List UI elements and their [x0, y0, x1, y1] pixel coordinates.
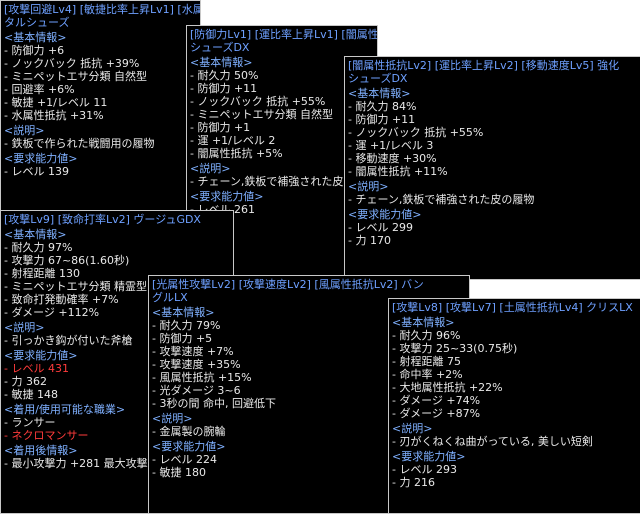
stat-line: - 防御力 +11	[348, 113, 416, 126]
basic-info-heading: <基本情報>	[392, 316, 455, 329]
description-heading: <説明>	[4, 124, 45, 137]
stat-line: - 移動速度 +30%	[348, 152, 437, 165]
requirements-heading: <要求能力値>	[392, 450, 466, 463]
basic-info-heading: <基本情報>	[4, 31, 67, 44]
stat-line: - 運 +1/レベル 3	[348, 139, 434, 152]
stat-line: - 防御力 +6	[4, 44, 65, 57]
title-line-1: [闇属性抵抗Lv2] [運比率上昇Lv2] [移動速度Lv5] 強化	[348, 59, 620, 72]
stat-line: - 闇属性抵抗 +11%	[348, 165, 448, 178]
requirements-heading: <要求能力値>	[4, 152, 78, 165]
tooltip-title: [攻撃Lv9] [致命打率Lv2] ヴージュGDX	[1, 211, 233, 226]
requirement-line: - 力 216	[392, 476, 435, 489]
title-line-1: [防御力Lv1] [運比率上昇Lv1] [闇属性抵抗Lv1] 強化	[190, 28, 378, 41]
title-line-1: [光属性攻撃Lv2] [攻撃速度Lv2] [風属性抵抗Lv2] バン	[152, 278, 424, 291]
title-line-2: シューズDX	[348, 72, 408, 85]
description-heading: <説明>	[348, 180, 389, 193]
stat-line: - 回避率 +6%	[4, 83, 75, 96]
stat-line: - ダメージ +74%	[392, 394, 481, 407]
title-line-1: [攻撃Lv9] [致命打率Lv2] ヴージュGDX	[4, 213, 201, 226]
basic-info-heading: <基本情報>	[348, 87, 411, 100]
stat-line: - ノックバック 抵抗 +39%	[4, 57, 140, 70]
stat-line: - ダメージ +87%	[392, 407, 481, 420]
item-tooltip-reinforced-shoes-2: [闇属性抵抗Lv2] [運比率上昇Lv2] [移動速度Lv5] 強化 シューズD…	[344, 56, 640, 280]
title-line-1: [攻撃回避Lv4] [敏捷比率上昇Lv1] [水属性抵抗Lv5] メ	[4, 3, 200, 16]
tooltip-title: [防御力Lv1] [運比率上昇Lv1] [闇属性抵抗Lv1] 強化 シューズDX	[187, 26, 377, 54]
stat-line: - 耐久力 84%	[348, 100, 417, 113]
title-line-2: タルシューズ	[4, 16, 70, 29]
item-tooltip-kris: [攻撃Lv8] [攻撃Lv7] [土属性抵抗Lv4] クリスLX <基本情報> …	[388, 298, 640, 514]
stat-line: - 攻撃力 67~86(1.60秒)	[4, 254, 130, 267]
stat-line: - ノックバック 抵抗 +55%	[348, 126, 484, 139]
stat-line: - ミニペットエサ分類 自然型	[4, 70, 147, 83]
tooltip-title: [攻撃回避Lv4] [敏捷比率上昇Lv1] [水属性抵抗Lv5] メ タルシュー…	[1, 1, 200, 29]
requirement-line: - レベル 299	[348, 221, 413, 234]
stat-line: - 敏捷 +1/レベル 11	[4, 96, 108, 109]
tooltip-title: [攻撃Lv8] [攻撃Lv7] [土属性抵抗Lv4] クリスLX	[389, 299, 640, 314]
description-text: - チェーン,鉄板で補強された皮の履物	[348, 193, 535, 206]
stat-line: - 耐久力 97%	[4, 241, 73, 254]
item-tooltip-metal-shoes: [攻撃回避Lv4] [敏捷比率上昇Lv1] [水属性抵抗Lv5] メ タルシュー…	[0, 0, 201, 212]
requirement-line: - レベル 293	[392, 463, 457, 476]
stat-line: - 水属性抵抗 +31%	[4, 109, 104, 122]
requirements-heading: <要求能力値>	[348, 208, 422, 221]
description-heading: <説明>	[392, 422, 433, 435]
tooltip-title: [闇属性抵抗Lv2] [運比率上昇Lv2] [移動速度Lv5] 強化 シューズD…	[345, 57, 640, 85]
basic-info-heading: <基本情報>	[4, 228, 67, 241]
title-line-2: シューズDX	[190, 41, 250, 54]
stat-line: - 攻撃力 25~33(0.75秒)	[392, 342, 518, 355]
title-line-1: [攻撃Lv8] [攻撃Lv7] [土属性抵抗Lv4] クリスLX	[392, 301, 633, 314]
stat-line: - 大地属性抵抗 +22%	[392, 381, 503, 394]
requirement-line: - レベル 139	[4, 165, 69, 178]
stat-line: - 射程距離 75	[392, 355, 461, 368]
description-text: - 鉄板で作られた戦闘用の履物	[4, 137, 155, 150]
stat-line: - 耐久力 96%	[392, 329, 461, 342]
description-text: - 刃がくねくね曲がっている, 美しい短剣	[392, 435, 593, 448]
requirement-line: - 力 170	[348, 234, 391, 247]
stat-line: - 命中率 +2%	[392, 368, 463, 381]
